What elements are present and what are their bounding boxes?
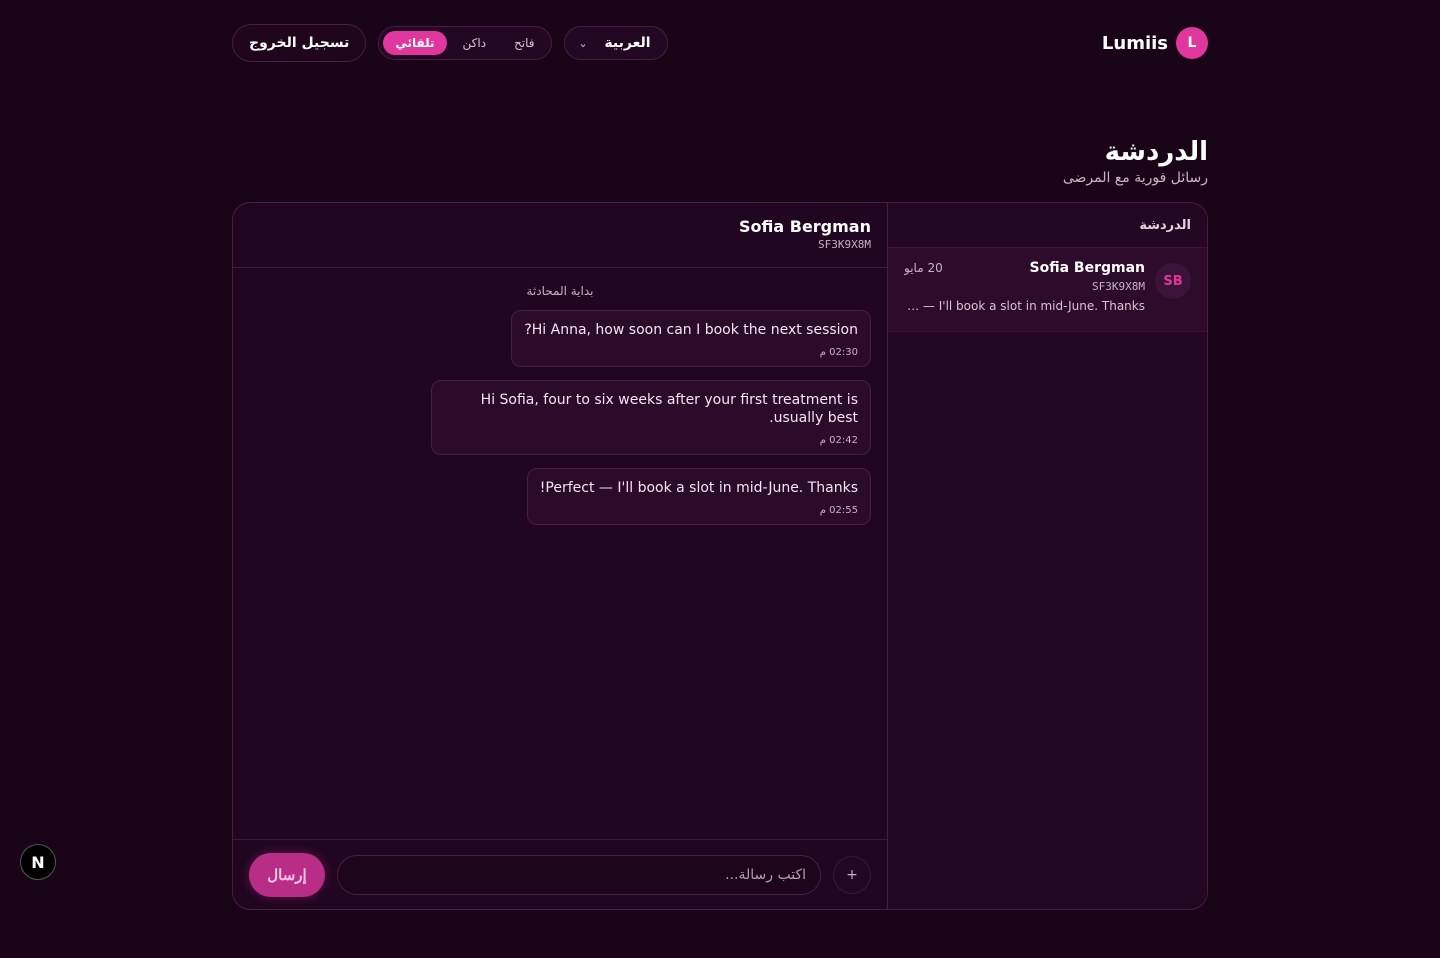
thread-contact-name: Sofia Bergman	[739, 217, 871, 236]
send-button[interactable]: إرسال	[249, 852, 325, 897]
message-list: بداية المحادثة Hi Anna, how soon can I b…	[233, 268, 887, 839]
theme-auto-option[interactable]: تلقائي	[383, 31, 447, 55]
message-input[interactable]	[337, 854, 821, 895]
top-header: L Lumiis العربية ⌄ فاتح داكن تلقائي تسجي…	[232, 24, 1208, 62]
theme-toggle: فاتح داكن تلقائي	[378, 26, 552, 60]
brand-name: Lumiis	[1101, 32, 1168, 54]
brand[interactable]: L Lumiis	[1102, 27, 1208, 59]
page-title: الدردشة	[1104, 137, 1208, 167]
conversation-preview: Perfect — I'll book a slot in mid-June. …	[904, 299, 1145, 313]
conversation-date: 20 مايو	[904, 261, 943, 275]
brand-avatar: L	[1176, 27, 1208, 59]
language-label: العربية	[604, 35, 651, 51]
conversation-code: SF3K9X8M	[1092, 280, 1145, 293]
conversation-sidebar: الدردشة SB Sofia Bergman 20 مايو SF3K9X8…	[887, 203, 1207, 909]
message-bubble: Hi Anna, how soon can I book the next se…	[511, 310, 871, 367]
chat-card: الدردشة SB Sofia Bergman 20 مايو SF3K9X8…	[232, 202, 1208, 910]
chevron-down-icon: ⌄	[578, 36, 588, 50]
message-bubble: Perfect — I'll book a slot in mid-June. …	[526, 468, 871, 525]
thread-contact-code: SF3K9X8M	[818, 238, 871, 251]
sidebar-title: الدردشة	[888, 203, 1207, 248]
conversation-start-label: بداية المحادثة	[526, 284, 594, 298]
page-subtitle: رسائل فورية مع المرضى	[1062, 170, 1208, 186]
nextjs-indicator-icon[interactable]: N	[20, 844, 56, 880]
page-heading: الدردشة رسائل فورية مع المرضى	[232, 136, 1208, 186]
language-select[interactable]: العربية ⌄	[563, 26, 668, 60]
conversation-item[interactable]: SB Sofia Bergman 20 مايو SF3K9X8M Perfec…	[888, 248, 1207, 332]
message-text: Hi Sofia, four to six weeks after your f…	[480, 392, 858, 426]
message-time: 02:55 م	[819, 505, 858, 516]
theme-light-option[interactable]: فاتح	[502, 31, 546, 55]
message-text: Hi Anna, how soon can I book the next se…	[524, 322, 858, 338]
attach-button[interactable]: +	[833, 855, 871, 894]
message-composer: + إرسال	[233, 839, 887, 909]
conversation-row: Sofia Bergman 20 مايو	[904, 260, 1145, 276]
message-time: 02:42 م	[819, 435, 858, 446]
header-controls: العربية ⌄ فاتح داكن تلقائي تسجيل الخروج	[232, 24, 668, 62]
conversation-name: Sofia Bergman	[1029, 260, 1146, 276]
thread-header: Sofia Bergman SF3K9X8M	[233, 203, 887, 268]
message-text: Perfect — I'll book a slot in mid-June. …	[539, 480, 858, 496]
message-bubble: Hi Sofia, four to six weeks after your f…	[431, 380, 871, 455]
chat-thread: Sofia Bergman SF3K9X8M بداية المحادثة Hi…	[233, 203, 887, 909]
avatar: SB	[1155, 263, 1191, 299]
message-time: 02:30 م	[819, 347, 858, 358]
conversation-body: Sofia Bergman 20 مايو SF3K9X8M Perfect —…	[904, 260, 1145, 319]
theme-dark-option[interactable]: داكن	[451, 31, 499, 55]
logout-button[interactable]: تسجيل الخروج	[232, 24, 367, 62]
